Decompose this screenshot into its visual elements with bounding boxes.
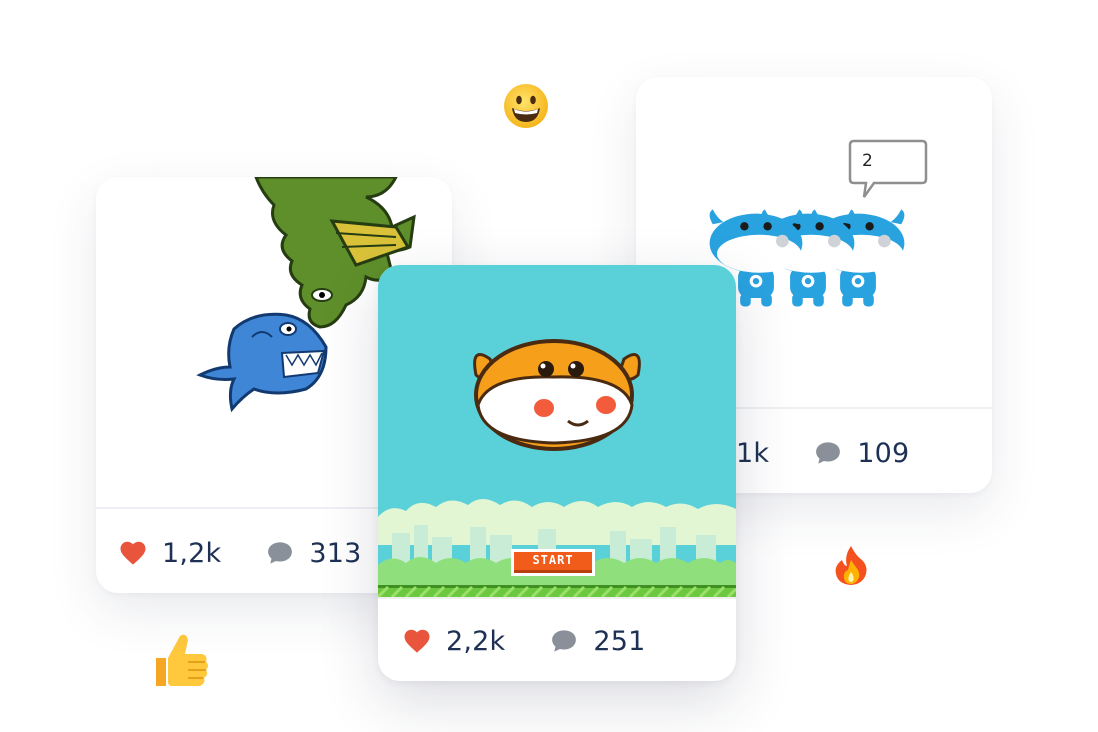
comment-bubble-icon[interactable]	[549, 626, 579, 656]
grinning-face-emoji	[502, 82, 550, 134]
thumbs-up-emoji	[148, 628, 214, 698]
like-stat[interactable]: 2,2k	[402, 626, 505, 657]
comment-count: 109	[857, 437, 910, 469]
speech-bubble-text: 2	[862, 151, 873, 171]
comment-bubble-icon[interactable]	[813, 438, 843, 468]
like-stat[interactable]: 1,2k	[118, 538, 221, 569]
like-count: 2,2k	[446, 625, 506, 657]
shark-illustration	[196, 312, 328, 413]
comment-count: 313	[309, 537, 362, 569]
comment-bubble-icon[interactable]	[265, 538, 295, 568]
game-card-flappy-cow[interactable]: START 2,2k 251	[378, 265, 736, 681]
fire-emoji	[832, 544, 870, 590]
comment-stat[interactable]: 109	[813, 438, 909, 469]
card-stats: 2,2k 251	[378, 621, 736, 661]
flappy-cow-character	[473, 339, 641, 451]
like-count: 1k	[736, 437, 770, 469]
like-count: 1,2k	[162, 537, 222, 569]
start-button-label[interactable]: START	[514, 553, 592, 567]
heart-icon[interactable]	[118, 538, 148, 568]
comment-count: 251	[593, 625, 646, 657]
comment-stat[interactable]: 251	[549, 626, 645, 657]
comment-stat[interactable]: 313	[265, 538, 361, 569]
heart-icon[interactable]	[402, 626, 432, 656]
game-thumbnail[interactable]: START	[378, 265, 736, 597]
